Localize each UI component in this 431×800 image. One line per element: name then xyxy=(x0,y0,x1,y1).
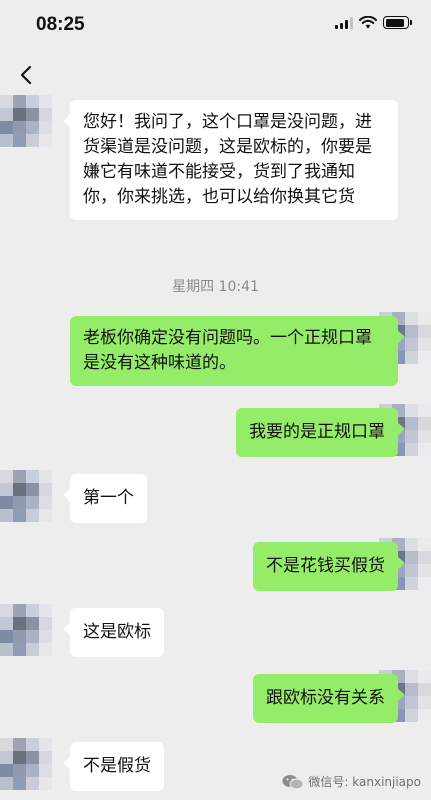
message-text: 第一个 xyxy=(83,488,134,508)
message-bubble-incoming[interactable]: 您好！我问了，这个口罩是没问题，进货渠道是没问题，这是欧标的，你要是嫌它有味道不… xyxy=(63,100,398,220)
message-bubble-incoming[interactable]: 不是假货 xyxy=(63,742,164,791)
signal-bars-icon xyxy=(335,16,353,29)
wifi-icon xyxy=(359,16,377,29)
message-text: 您好！我问了，这个口罩是没问题，进货渠道是没问题，这是欧标的，你要是嫌它有味道不… xyxy=(83,112,372,207)
message-text: 我要的是正规口罩 xyxy=(249,422,385,442)
message-bubble-incoming[interactable]: 第一个 xyxy=(63,474,147,523)
message-text: 老板你确定没有问题吗。一个正规口罩是没有这种味道的。 xyxy=(83,328,372,373)
message-text: 不是花钱买假货 xyxy=(266,556,385,576)
message-text: 这是欧标 xyxy=(83,622,151,642)
status-icons xyxy=(335,16,412,29)
chat-timestamp: 星期四 10:41 xyxy=(172,279,259,295)
watermark-text: 微信号: kanxinjiapo xyxy=(308,775,421,789)
chevron-left-icon[interactable] xyxy=(16,64,38,86)
message-bubble-outgoing[interactable]: 不是花钱买假货 xyxy=(253,542,405,591)
message-bubble-incoming[interactable]: 这是欧标 xyxy=(63,608,164,657)
message-bubble-outgoing[interactable]: 我要的是正规口罩 xyxy=(236,408,405,457)
watermark: 微信号: kanxinjiapo xyxy=(282,773,421,790)
contact-avatar[interactable] xyxy=(0,95,52,147)
status-bar: 08:25 xyxy=(0,0,431,50)
message-bubble-outgoing[interactable]: 跟欧标没有关系 xyxy=(253,674,405,723)
message-text: 跟欧标没有关系 xyxy=(266,688,385,708)
battery-icon xyxy=(383,16,412,29)
status-time: 08:25 xyxy=(36,14,85,35)
contact-avatar[interactable] xyxy=(0,738,52,790)
message-text: 不是假货 xyxy=(83,756,151,776)
message-bubble-outgoing[interactable]: 老板你确定没有问题吗。一个正规口罩是没有这种味道的。 xyxy=(70,316,405,386)
battery-level xyxy=(385,18,405,27)
wechat-icon xyxy=(282,774,304,789)
contact-avatar[interactable] xyxy=(0,470,52,522)
contact-avatar[interactable] xyxy=(0,604,52,656)
